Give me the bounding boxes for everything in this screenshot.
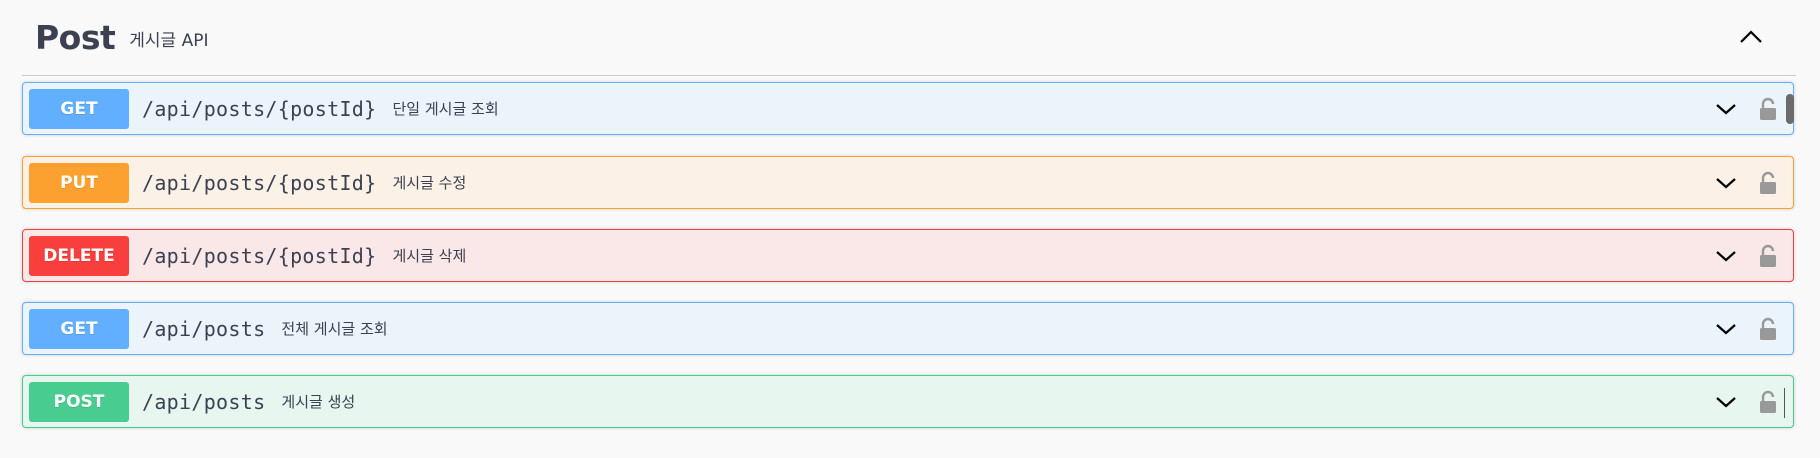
tag-section-header[interactable]: Post 게시글 API xyxy=(22,0,1796,76)
unlocked-lock-icon[interactable] xyxy=(1757,169,1779,197)
operation-summary: 게시글 생성 xyxy=(281,393,356,411)
tag-description: 게시글 API xyxy=(129,31,209,51)
operation-path: /api/posts/{postId} xyxy=(142,96,377,121)
operation-path: /api/posts/{postId} xyxy=(142,170,377,195)
scrollbar-thumb[interactable] xyxy=(1786,94,1794,124)
operation-summary: 게시글 수정 xyxy=(392,174,467,192)
method-badge: POST xyxy=(29,381,129,422)
unlocked-lock-icon[interactable] xyxy=(1757,388,1779,416)
operation-path: /api/posts xyxy=(142,316,266,341)
operation-summary: 게시글 삭제 xyxy=(392,247,467,265)
tag-title: Post xyxy=(35,18,116,57)
chevron-down-icon[interactable] xyxy=(1713,389,1739,415)
operation-get-post-by-id[interactable]: GET /api/posts/{postId} 단일 게시글 조회 xyxy=(22,82,1794,135)
method-badge: GET xyxy=(29,308,129,349)
operation-path: /api/posts/{postId} xyxy=(142,243,377,268)
unlocked-lock-icon[interactable] xyxy=(1757,315,1779,343)
operation-path: /api/posts xyxy=(142,389,266,414)
chevron-down-icon[interactable] xyxy=(1713,243,1739,269)
operation-delete-post[interactable]: DELETE /api/posts/{postId} 게시글 삭제 xyxy=(22,229,1794,282)
method-badge: PUT xyxy=(29,162,129,203)
operation-create-post[interactable]: POST /api/posts 게시글 생성 xyxy=(22,375,1794,428)
chevron-down-icon[interactable] xyxy=(1713,170,1739,196)
method-badge: DELETE xyxy=(29,235,129,276)
operation-put-post[interactable]: PUT /api/posts/{postId} 게시글 수정 xyxy=(22,156,1794,209)
unlocked-lock-icon[interactable] xyxy=(1757,242,1779,270)
method-badge: GET xyxy=(29,88,129,129)
operation-summary: 전체 게시글 조회 xyxy=(281,320,388,338)
chevron-up-icon[interactable] xyxy=(1736,22,1766,52)
text-cursor xyxy=(1784,388,1785,418)
operation-summary: 단일 게시글 조회 xyxy=(392,100,499,118)
operation-get-posts[interactable]: GET /api/posts 전체 게시글 조회 xyxy=(22,302,1794,355)
unlocked-lock-icon[interactable] xyxy=(1757,95,1779,123)
chevron-down-icon[interactable] xyxy=(1713,316,1739,342)
chevron-down-icon[interactable] xyxy=(1713,96,1739,122)
